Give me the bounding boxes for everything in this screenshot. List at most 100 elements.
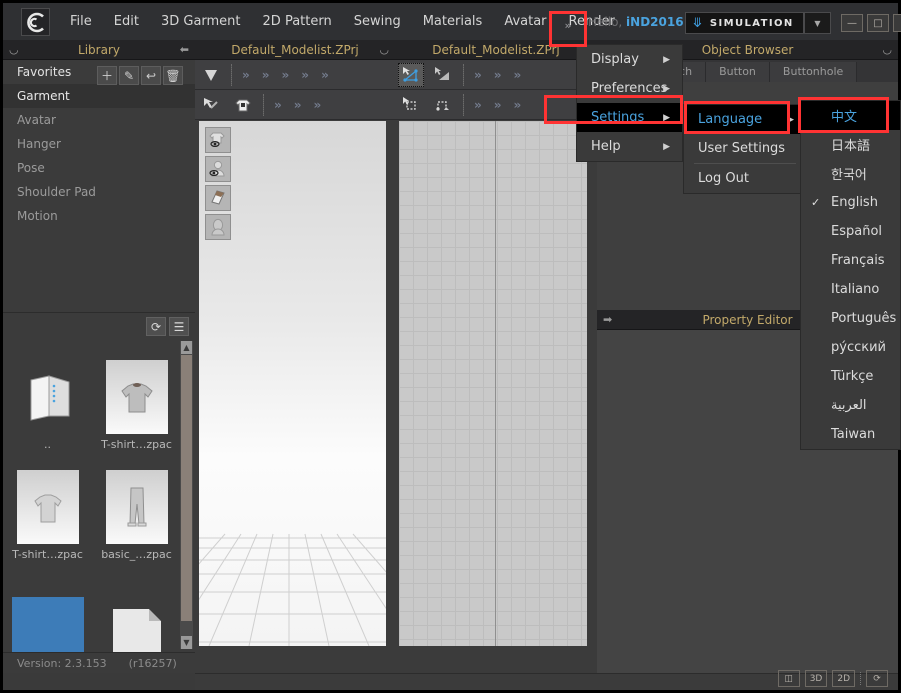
select-mesh-tool[interactable] [198, 93, 224, 117]
library-item-shoulder-pad[interactable]: Shoulder Pad [3, 180, 195, 204]
float-window-icon[interactable]: ◡ [379, 43, 389, 56]
library-title: Library [78, 42, 120, 57]
float-window-icon[interactable]: ◡ [882, 43, 892, 56]
menu-item-user-settings[interactable]: User Settings [684, 134, 806, 163]
menu-label: User Settings [698, 141, 786, 156]
settings-submenu: Language ▶ User Settings Log Out [683, 104, 807, 194]
viewport-2d-canvas[interactable] [399, 121, 587, 646]
overflow-chevron[interactable]: » [314, 98, 322, 112]
sync-button[interactable]: ⟳ [866, 670, 888, 687]
show-garment-toggle[interactable] [205, 127, 231, 153]
menu-label: Italiano [831, 282, 880, 297]
viewport-3d-title: Default_Modelist.ZPrj [231, 42, 359, 57]
menu-item-2d-pattern[interactable]: 2D Pattern [252, 3, 343, 40]
menu-item-help[interactable]: Help ▶ [577, 132, 682, 161]
show-head-toggle[interactable] [205, 214, 231, 240]
language-option-english[interactable]: ✓ English [801, 188, 900, 217]
edit-pattern-tool[interactable] [398, 62, 424, 87]
sewing-tool[interactable] [398, 93, 424, 117]
overflow-chevron[interactable]: » [242, 68, 250, 82]
undo-button[interactable]: ↩ [141, 66, 161, 85]
overflow-chevron[interactable]: » [514, 68, 522, 82]
simulation-dropdown-button[interactable]: ▼ [804, 12, 831, 34]
delete-button[interactable]: 🗑 [163, 66, 183, 85]
tab-button[interactable]: Button [706, 62, 770, 82]
menu-item-avatar[interactable]: Avatar [493, 3, 557, 40]
view-3d-button[interactable]: 3D [804, 670, 828, 687]
overflow-chevron[interactable]: » [294, 98, 302, 112]
language-option-french[interactable]: Français [801, 246, 900, 275]
arrow-right-icon[interactable]: ➡ [603, 313, 612, 326]
menu-overflow-button[interactable]: » [552, 14, 584, 36]
overflow-chevron[interactable]: » [474, 68, 482, 82]
language-option-korean[interactable]: 한국어 [801, 159, 900, 188]
menu-item-language[interactable]: Language ▶ [684, 105, 806, 134]
menu-item-3d-garment[interactable]: 3D Garment [150, 3, 252, 40]
simulation-button[interactable]: ⤋ SIMULATION [685, 12, 804, 34]
float-window-icon[interactable]: ◡ [9, 43, 19, 56]
overflow-chevron[interactable]: » [282, 68, 290, 82]
add-button[interactable]: ＋ [97, 66, 117, 85]
scrollbar-thumb[interactable] [181, 355, 192, 621]
language-option-portuguese[interactable]: Português [801, 304, 900, 333]
file-browser-scrollbar[interactable]: ▲ ▼ [180, 341, 193, 649]
file-item[interactable]: .. [3, 341, 92, 451]
scroll-down-icon[interactable]: ▼ [181, 636, 192, 649]
library-item-pose[interactable]: Pose [3, 156, 195, 180]
language-option-taiwan[interactable]: Taiwan [801, 420, 900, 449]
view-2d-button[interactable]: 2D [832, 670, 855, 687]
language-option-spanish[interactable]: Español [801, 217, 900, 246]
library-item-avatar[interactable]: Avatar [3, 108, 195, 132]
free-sewing-tool[interactable] [430, 93, 456, 117]
language-option-chinese[interactable]: 中文 [801, 101, 900, 130]
overflow-chevron[interactable]: » [474, 98, 482, 112]
language-option-japanese[interactable]: 日本語 [801, 130, 900, 159]
overflow-chevron[interactable]: » [262, 68, 270, 82]
menu-item-file[interactable]: File [59, 3, 103, 40]
refresh-button[interactable]: ⟳ [146, 317, 166, 336]
overflow-chevron[interactable]: » [494, 98, 502, 112]
tab-buttonhole[interactable]: Buttonhole [769, 62, 858, 82]
overflow-chevron[interactable]: » [301, 68, 309, 82]
library-item-motion[interactable]: Motion [3, 204, 195, 228]
language-option-turkish[interactable]: Türkçe [801, 362, 900, 391]
overflow-chevron[interactable]: » [494, 68, 502, 82]
overflow-chevron[interactable]: » [321, 68, 329, 82]
menu-item-materials[interactable]: Materials [412, 3, 494, 40]
minimize-button[interactable]: — [841, 14, 863, 32]
show-pattern-toggle[interactable] [205, 185, 231, 211]
close-button[interactable]: ✕ [893, 14, 901, 32]
menu-item-edit[interactable]: Edit [103, 3, 150, 40]
language-option-arabic[interactable]: العربية [801, 391, 900, 420]
show-avatar-toggle[interactable] [205, 156, 231, 182]
file-browser-tools: ⟳ ☰ [146, 317, 189, 336]
file-item[interactable]: T-shirt…zpac [3, 451, 92, 561]
split-view-button[interactable]: ◫ [777, 670, 800, 687]
menu-item-display[interactable]: Display ▶ [577, 45, 682, 74]
language-submenu: 中文 日本語 한국어 ✓ English Español Français It… [800, 100, 901, 450]
menu-label: Español [831, 224, 883, 239]
overflow-chevron[interactable]: » [274, 98, 282, 112]
library-item-garment[interactable]: Garment [3, 84, 195, 108]
garment-tool[interactable] [230, 93, 256, 117]
edit-button[interactable]: ✎ [119, 66, 139, 85]
list-view-button[interactable]: ☰ [169, 317, 189, 336]
menu-label: 한국어 [831, 168, 867, 183]
file-item[interactable]: T-shirt…zpac [92, 341, 181, 451]
scroll-up-icon[interactable]: ▲ [181, 341, 192, 354]
file-item[interactable]: basic_…zpac [92, 451, 181, 561]
language-option-italian[interactable]: Italiano [801, 275, 900, 304]
menu-item-log-out[interactable]: Log Out [684, 164, 806, 193]
transform-pattern-tool[interactable] [430, 63, 456, 87]
simulate-tool[interactable] [198, 63, 224, 87]
menu-item-sewing[interactable]: Sewing [343, 3, 412, 40]
maximize-button[interactable]: □ [867, 14, 889, 32]
menu-item-settings[interactable]: Settings ▶ [577, 103, 682, 132]
language-option-russian[interactable]: pýccкий [801, 333, 900, 362]
library-item-hanger[interactable]: Hanger [3, 132, 195, 156]
arrow-left-icon[interactable]: ⬅ [180, 43, 189, 56]
viewport-3d-canvas[interactable] [199, 121, 386, 646]
clo-logo-icon[interactable] [21, 8, 50, 36]
overflow-chevron[interactable]: » [514, 98, 522, 112]
menu-item-preferences[interactable]: Preferences ▶ [577, 74, 682, 103]
